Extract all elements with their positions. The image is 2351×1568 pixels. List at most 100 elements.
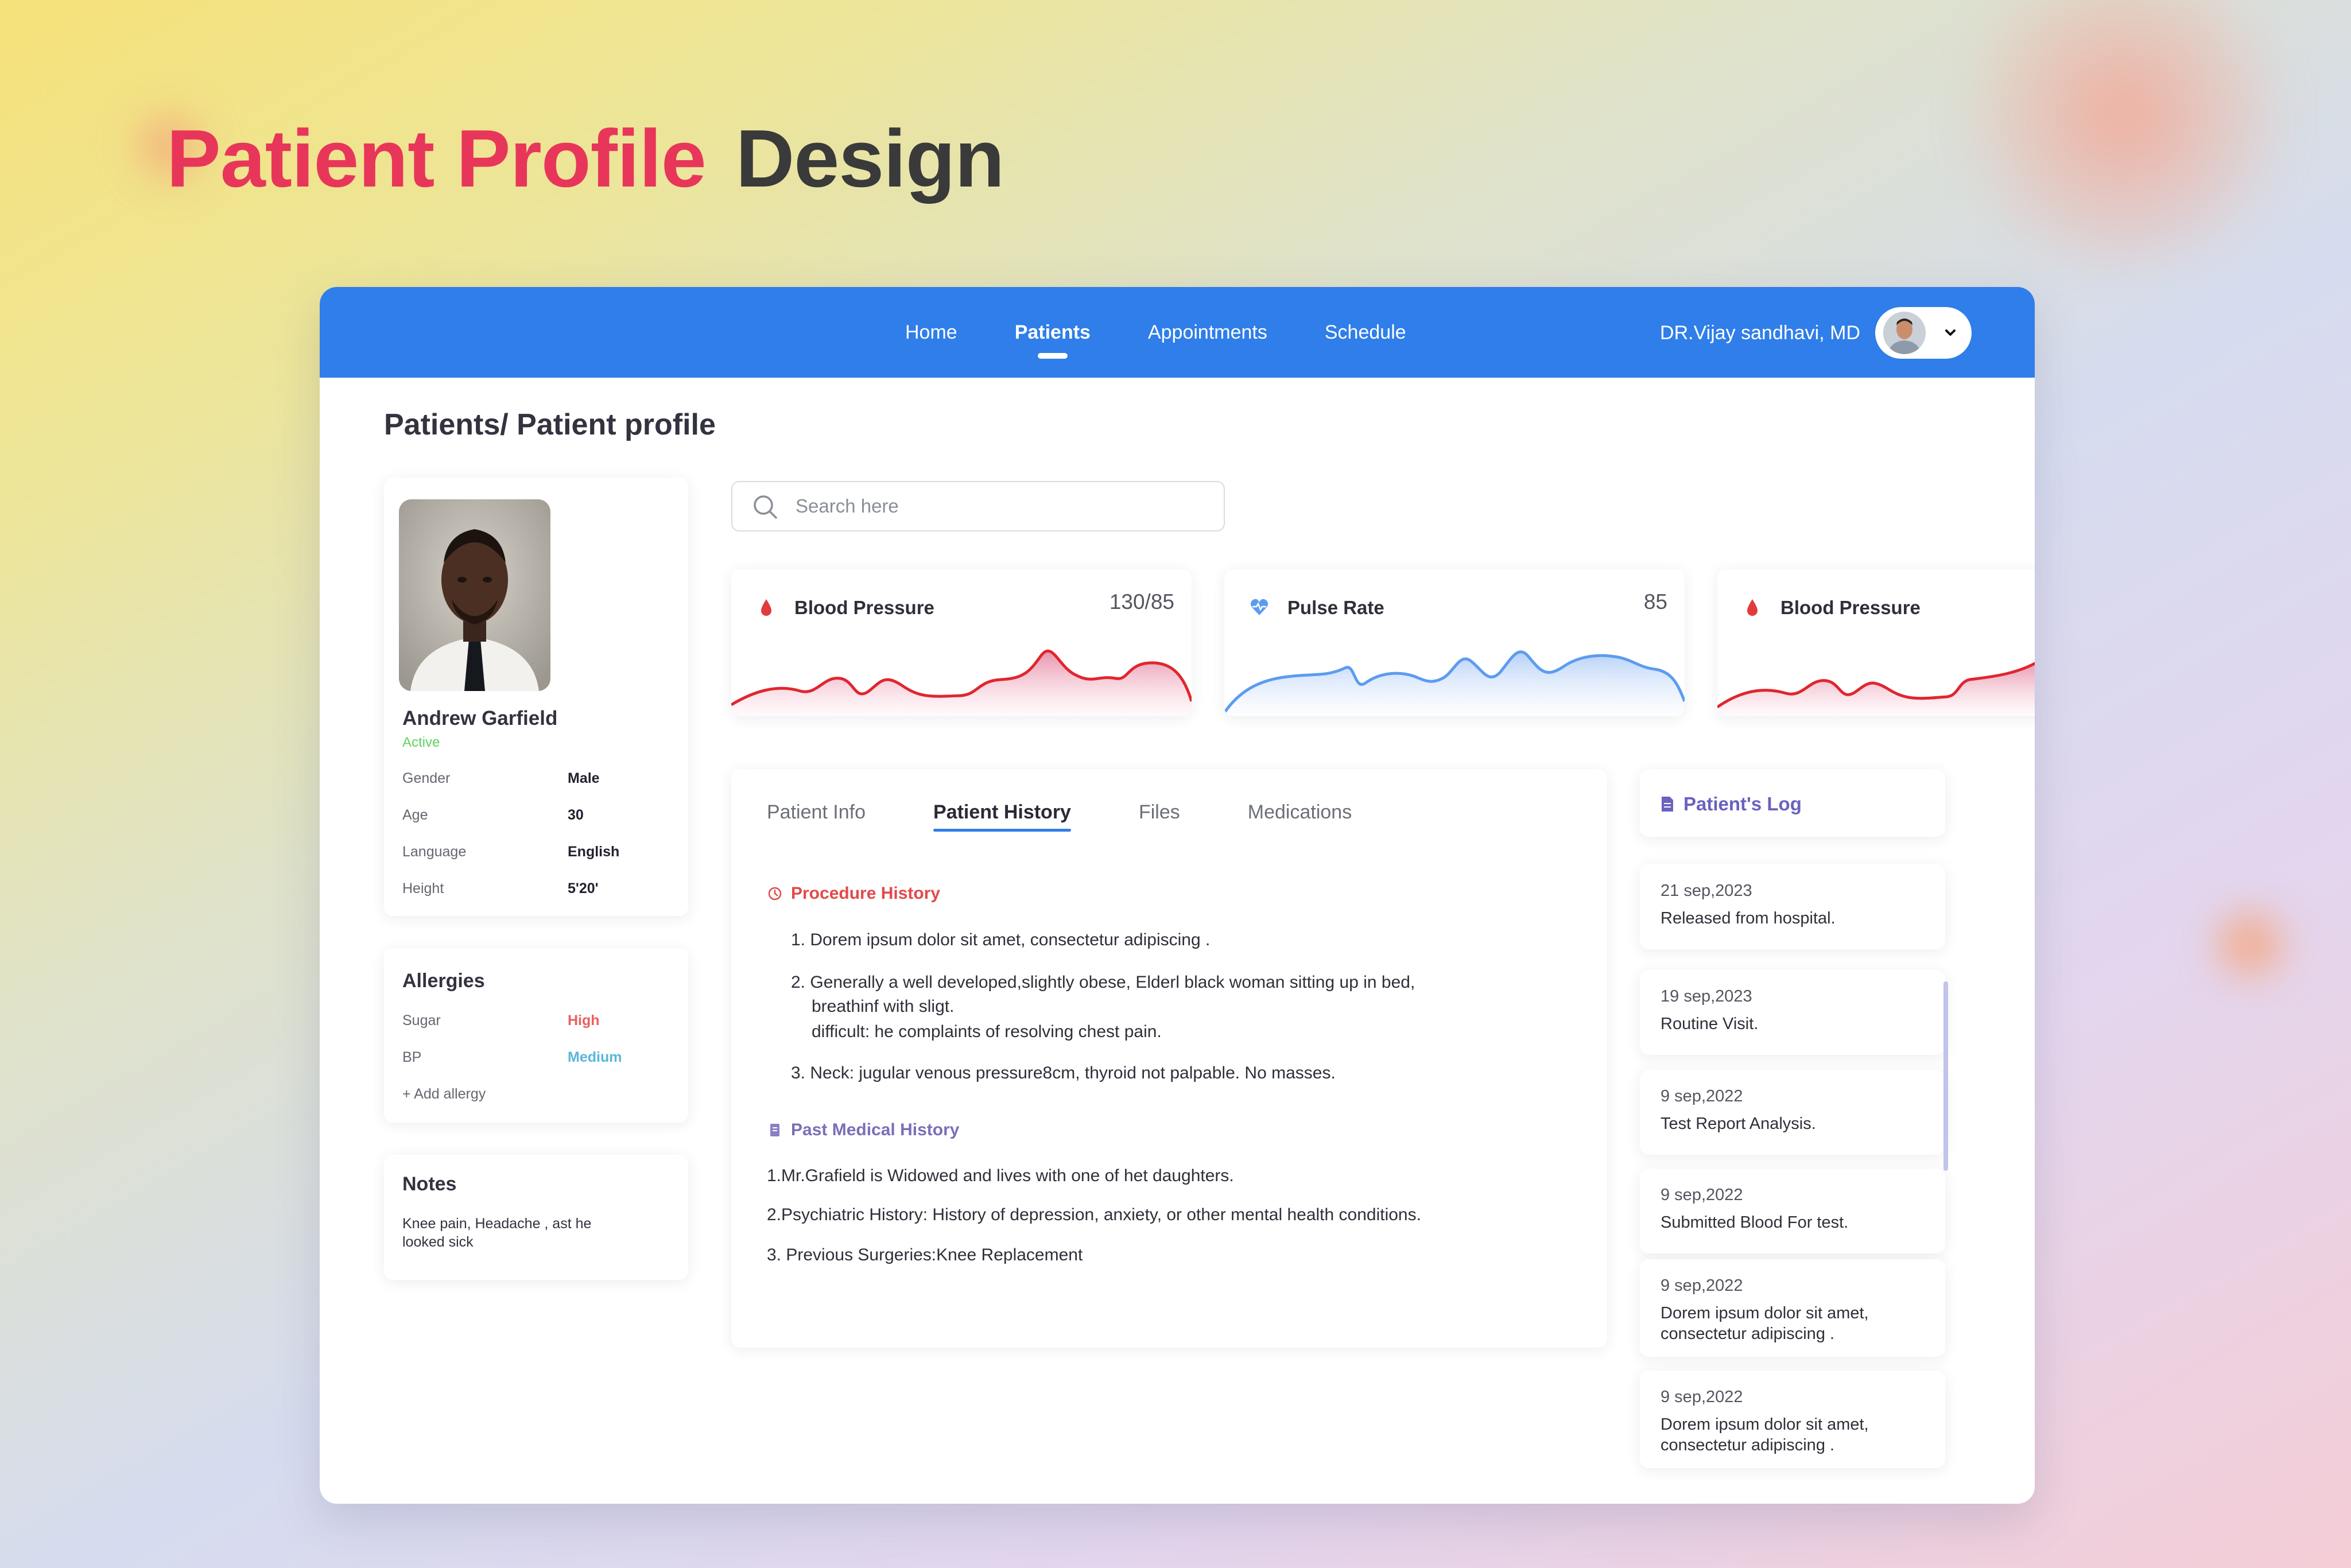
past-history-item: 3. Previous Surgeries:Knee Replacement <box>767 1245 1083 1264</box>
log-date: 9 sep,2022 <box>1661 1276 1743 1295</box>
document-icon <box>770 1124 779 1136</box>
vital-card-blood-pressure-2[interactable]: Blood Pressure <box>1717 569 2035 716</box>
blood-drop-icon <box>1747 599 1758 616</box>
log-entry[interactable]: 21 sep,2023 Released from hospital. <box>1640 864 1945 949</box>
log-date: 9 sep,2022 <box>1661 1087 1743 1105</box>
vital-value: 130/85 <box>1109 590 1174 614</box>
vital-title: Blood Pressure <box>1780 597 1921 618</box>
field-label: Age <box>402 807 428 823</box>
allergy-item-sugar: Sugar High <box>402 1012 672 1029</box>
profile-field-age: Age 30 <box>402 807 672 824</box>
procedure-item: 1. Dorem ipsum dolor sit amet, consectet… <box>791 930 1211 949</box>
hero-title-rest: Design <box>735 113 1004 204</box>
log-date: 19 sep,2023 <box>1661 987 1752 1006</box>
log-entry[interactable]: 19 sep,2023 Routine Visit. <box>1640 970 1945 1055</box>
log-entry[interactable]: 9 sep,2022 Dorem ipsum dolor sit amet, c… <box>1640 1371 1945 1468</box>
field-value: 30 <box>568 807 584 823</box>
vital-sparkline <box>1717 661 2035 716</box>
tab-bar: Patient Info Patient History Files Medic… <box>767 801 1419 832</box>
log-date: 9 sep,2022 <box>1661 1186 1743 1204</box>
patient-photo <box>399 499 550 691</box>
breadcrumb: Patients/ Patient profile <box>384 408 716 441</box>
clock-history-icon <box>768 887 782 901</box>
procedure-history-heading: Procedure History <box>767 884 940 903</box>
patient-name: Andrew Garfield <box>402 707 558 729</box>
add-allergy-button[interactable]: + Add allergy <box>402 1086 486 1103</box>
patient-profile-card: Andrew Garfield Active Gender Male Age 3… <box>384 478 688 916</box>
vital-title: Pulse Rate <box>1287 597 1384 618</box>
log-text: Submitted Blood For test. <box>1661 1213 1849 1232</box>
patient-log-title: Patient's Log <box>1661 793 1802 815</box>
nav-home[interactable]: Home <box>905 321 957 344</box>
log-text: Test Report Analysis. <box>1661 1115 1816 1133</box>
vital-title: Blood Pressure <box>794 597 934 618</box>
log-entry[interactable]: 9 sep,2022 Test Report Analysis. <box>1640 1070 1945 1155</box>
procedure-item: 2. Generally a well developed,slightly o… <box>791 973 1415 992</box>
field-value: 5'20' <box>568 880 599 896</box>
search-icon <box>754 495 777 519</box>
procedure-item-continued: breathinf with sligt. <box>812 997 955 1016</box>
tab-patient-history[interactable]: Patient History <box>933 801 1071 832</box>
profile-field-language: Language English <box>402 844 672 860</box>
allergies-title: Allergies <box>402 970 485 992</box>
log-title-text: Patient's Log <box>1683 793 1802 814</box>
allergies-card: Allergies Sugar High BP Medium + Add all… <box>384 948 688 1123</box>
allergy-item-bp: BP Medium <box>402 1049 672 1066</box>
past-history-item: 2.Psychiatric History: History of depres… <box>767 1205 1421 1224</box>
allergy-label: Sugar <box>402 1012 441 1028</box>
field-value: Male <box>568 770 600 786</box>
log-entry[interactable]: 9 sep,2022 Dorem ipsum dolor sit amet, c… <box>1640 1259 1945 1357</box>
log-text: Dorem ipsum dolor sit amet, consectetur … <box>1661 1304 1869 1343</box>
vital-card-blood-pressure[interactable]: Blood Pressure 130/85 <box>731 569 1192 716</box>
doctor-name: DR.Vijay sandhavi, MD <box>1660 321 1860 344</box>
vital-sparkline <box>1224 650 1685 716</box>
tab-patient-info[interactable]: Patient Info <box>767 801 866 824</box>
log-scrollbar[interactable] <box>1943 981 1948 1171</box>
allergy-level: Medium <box>568 1049 622 1065</box>
nav-schedule[interactable]: Schedule <box>1325 321 1406 344</box>
user-menu: DR.Vijay sandhavi, MD <box>1660 307 1972 359</box>
vital-value: 85 <box>1643 590 1667 614</box>
notes-title: Notes <box>402 1173 457 1195</box>
patient-history-panel: Patient Info Patient History Files Medic… <box>731 769 1607 1348</box>
past-medical-history-heading: Past Medical History <box>767 1120 959 1140</box>
heart-pulse-icon <box>1250 599 1268 615</box>
patient-log-header: Patient's Log <box>1640 769 1945 837</box>
blood-drop-icon <box>761 599 771 616</box>
user-menu-button[interactable] <box>1875 307 1972 359</box>
field-label: Language <box>402 844 467 860</box>
chevron-down-icon <box>1945 329 1956 336</box>
allergy-level: High <box>568 1012 600 1028</box>
notes-card: Notes Knee pain, Headache , ast he looke… <box>384 1155 688 1280</box>
vital-sparkline <box>731 649 1192 716</box>
vital-card-pulse-rate[interactable]: Pulse Rate 85 <box>1224 569 1685 716</box>
field-value: English <box>568 844 620 860</box>
patient-status: Active <box>402 735 440 750</box>
tab-medications[interactable]: Medications <box>1248 801 1352 824</box>
nav-patients[interactable]: Patients <box>1015 321 1091 359</box>
search-input[interactable] <box>796 482 1209 530</box>
log-entry[interactable]: 9 sep,2022 Submitted Blood For test. <box>1640 1169 1945 1253</box>
search-box <box>731 481 1225 531</box>
section-title: Procedure History <box>791 884 941 903</box>
app-window: Home Patients Appointments Schedule DR.V… <box>320 287 2035 1504</box>
tab-files[interactable]: Files <box>1139 801 1180 824</box>
hero-title: Patient Profile Design <box>166 112 1004 206</box>
past-history-item: 1.Mr.Grafield is Widowed and lives with … <box>767 1166 1234 1185</box>
log-date: 21 sep,2023 <box>1661 882 1752 900</box>
log-text: Routine Visit. <box>1661 1015 1759 1033</box>
allergy-label: BP <box>402 1049 422 1065</box>
procedure-item-continued: difficult: he complaints of resolving ch… <box>812 1022 1162 1041</box>
hero-title-accent: Patient Profile <box>166 113 707 204</box>
document-icon <box>1662 797 1673 812</box>
avatar <box>1883 312 1926 354</box>
field-label: Gender <box>402 770 451 786</box>
profile-field-height: Height 5'20' <box>402 880 672 897</box>
field-label: Height <box>402 880 444 896</box>
nav-appointments[interactable]: Appointments <box>1148 321 1267 344</box>
decor-blob <box>2198 901 2302 987</box>
procedure-item: 3. Neck: jugular venous pressure8cm, thy… <box>791 1064 1336 1082</box>
decor-blob <box>1940 0 2307 275</box>
main-nav: Home Patients Appointments Schedule <box>905 287 1464 378</box>
log-text: Released from hospital. <box>1661 909 1836 927</box>
